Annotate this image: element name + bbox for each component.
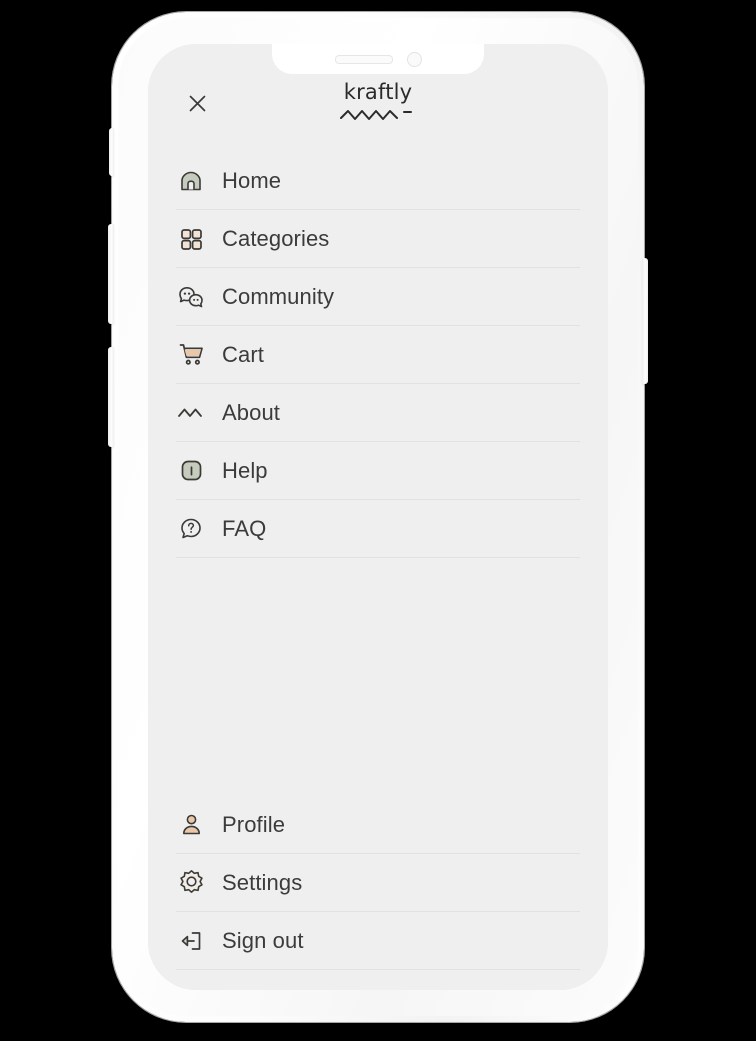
secondary-menu: Profile Settings Sign out — [148, 796, 608, 990]
menu-item-label: Settings — [222, 869, 303, 895]
menu-item-home[interactable]: Home — [176, 152, 580, 210]
phone-screen: kraftly Home Categories Community Cart A… — [148, 44, 608, 990]
navigation-drawer: kraftly Home Categories Community Cart A… — [148, 44, 608, 990]
menu-item-label: Sign out — [222, 927, 304, 953]
menu-item-settings[interactable]: Settings — [176, 854, 580, 912]
menu-item-categories[interactable]: Categories — [176, 210, 580, 268]
sign-out-icon — [176, 926, 206, 956]
settings-icon — [176, 868, 206, 898]
menu-item-help[interactable]: Help — [176, 442, 580, 500]
power-button[interactable] — [642, 258, 648, 384]
community-icon — [176, 282, 206, 312]
phone-notch — [272, 44, 484, 74]
primary-menu: Home Categories Community Cart About Hel… — [148, 152, 608, 558]
menu-item-about[interactable]: About — [176, 384, 580, 442]
menu-item-label: Community — [222, 283, 335, 309]
close-menu-button[interactable] — [184, 90, 210, 116]
earpiece-speaker-icon — [334, 54, 393, 64]
menu-item-faq[interactable]: FAQ — [176, 500, 580, 558]
close-icon — [188, 94, 207, 113]
about-icon — [176, 398, 206, 428]
phone-mockup: kraftly Home Categories Community Cart A… — [108, 12, 648, 1022]
home-icon — [176, 166, 206, 196]
menu-item-profile[interactable]: Profile — [176, 796, 580, 854]
menu-item-label: Profile — [222, 811, 286, 837]
faq-icon — [176, 514, 206, 544]
front-camera-icon — [406, 51, 422, 67]
brand-squiggle-icon — [278, 107, 478, 125]
volume-down-button[interactable] — [108, 347, 114, 447]
menu-spacer — [148, 558, 608, 796]
menu-item-community[interactable]: Community — [176, 268, 580, 326]
volume-up-button[interactable] — [108, 224, 114, 324]
menu-item-label: Help — [222, 457, 268, 483]
mute-switch[interactable] — [109, 128, 114, 176]
categories-icon — [176, 224, 206, 254]
app-logo: kraftly — [278, 82, 478, 125]
menu-item-label: FAQ — [222, 515, 267, 541]
menu-item-cart[interactable]: Cart — [176, 326, 580, 384]
menu-item-label: About — [222, 399, 280, 425]
menu-item-label: Home — [222, 167, 282, 193]
help-icon — [176, 456, 206, 486]
menu-item-label: Cart — [222, 341, 264, 367]
menu-item-sign-out[interactable]: Sign out — [176, 912, 580, 970]
cart-icon — [176, 340, 206, 370]
menu-item-label: Categories — [222, 225, 330, 251]
brand-name: kraftly — [343, 80, 413, 104]
profile-icon — [176, 810, 206, 840]
